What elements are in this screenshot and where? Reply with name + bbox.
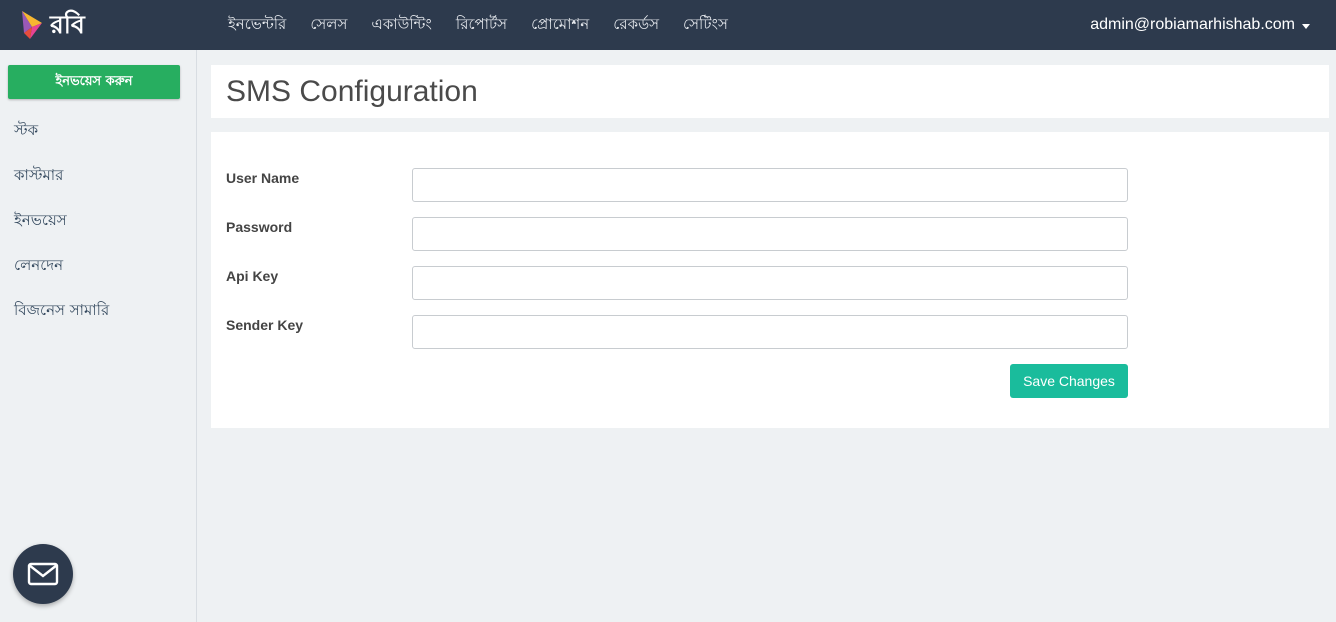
sidebar-item-business-summary[interactable]: বিজনেস সামারি [14, 298, 109, 343]
sidebar-menu: স্টক কাস্টমার ইনভয়েস লেনদেন বিজনেস সামা… [14, 118, 109, 343]
main-nav: ইনভেন্টরি সেলস একাউন্টিং রিপোর্টস প্রোমো… [228, 0, 752, 50]
api-key-input[interactable] [412, 266, 1128, 300]
save-changes-button[interactable]: Save Changes [1010, 364, 1128, 398]
api-key-label: Api Key [226, 268, 279, 284]
nav-item-reports[interactable]: রিপোর্টস [456, 13, 507, 38]
nav-item-records[interactable]: রেকর্ডস [613, 13, 659, 38]
brand-name: রবি [50, 10, 85, 39]
sender-key-input[interactable] [412, 315, 1128, 349]
sidebar: ইনভয়েস করুন স্টক কাস্টমার ইনভয়েস লেনদে… [0, 50, 197, 622]
sidebar-item-customer[interactable]: কাস্টমার [14, 163, 109, 208]
nav-item-inventory[interactable]: ইনভেন্টরি [228, 13, 286, 38]
sms-config-form: User Name Password Api Key Sender Key Sa… [211, 132, 1329, 428]
user-name-input[interactable] [412, 168, 1128, 202]
nav-item-promotion[interactable]: প্রোমোশন [531, 13, 589, 38]
nav-item-settings[interactable]: সেটিংস [683, 13, 728, 38]
nav-item-sales[interactable]: সেলস [310, 13, 347, 38]
user-name-label: User Name [226, 170, 300, 186]
top-navbar: রবি ইনভেন্টরি সেলস একাউন্টিং রিপোর্টস প্… [0, 0, 1336, 50]
brand-logo[interactable]: রবি [20, 9, 85, 41]
password-input[interactable] [412, 217, 1128, 251]
user-menu[interactable]: admin@robiamarhishab.com [1090, 0, 1310, 50]
sidebar-item-invoice[interactable]: ইনভয়েস [14, 208, 109, 253]
sender-key-label: Sender Key [226, 317, 304, 333]
robi-logo-icon [22, 11, 42, 39]
sidebar-item-transactions[interactable]: লেনদেন [14, 253, 109, 298]
page-header: SMS Configuration [211, 65, 1329, 118]
mail-button[interactable] [13, 544, 73, 604]
create-invoice-button[interactable]: ইনভয়েস করুন [8, 65, 180, 99]
nav-item-accounting[interactable]: একাউন্টিং [371, 13, 432, 38]
password-label: Password [226, 219, 293, 235]
page-title: SMS Configuration [226, 75, 478, 108]
sidebar-item-stock[interactable]: স্টক [14, 118, 109, 163]
caret-down-icon [1302, 23, 1310, 29]
user-email: admin@robiamarhishab.com [1090, 16, 1295, 33]
mail-icon [27, 562, 59, 586]
